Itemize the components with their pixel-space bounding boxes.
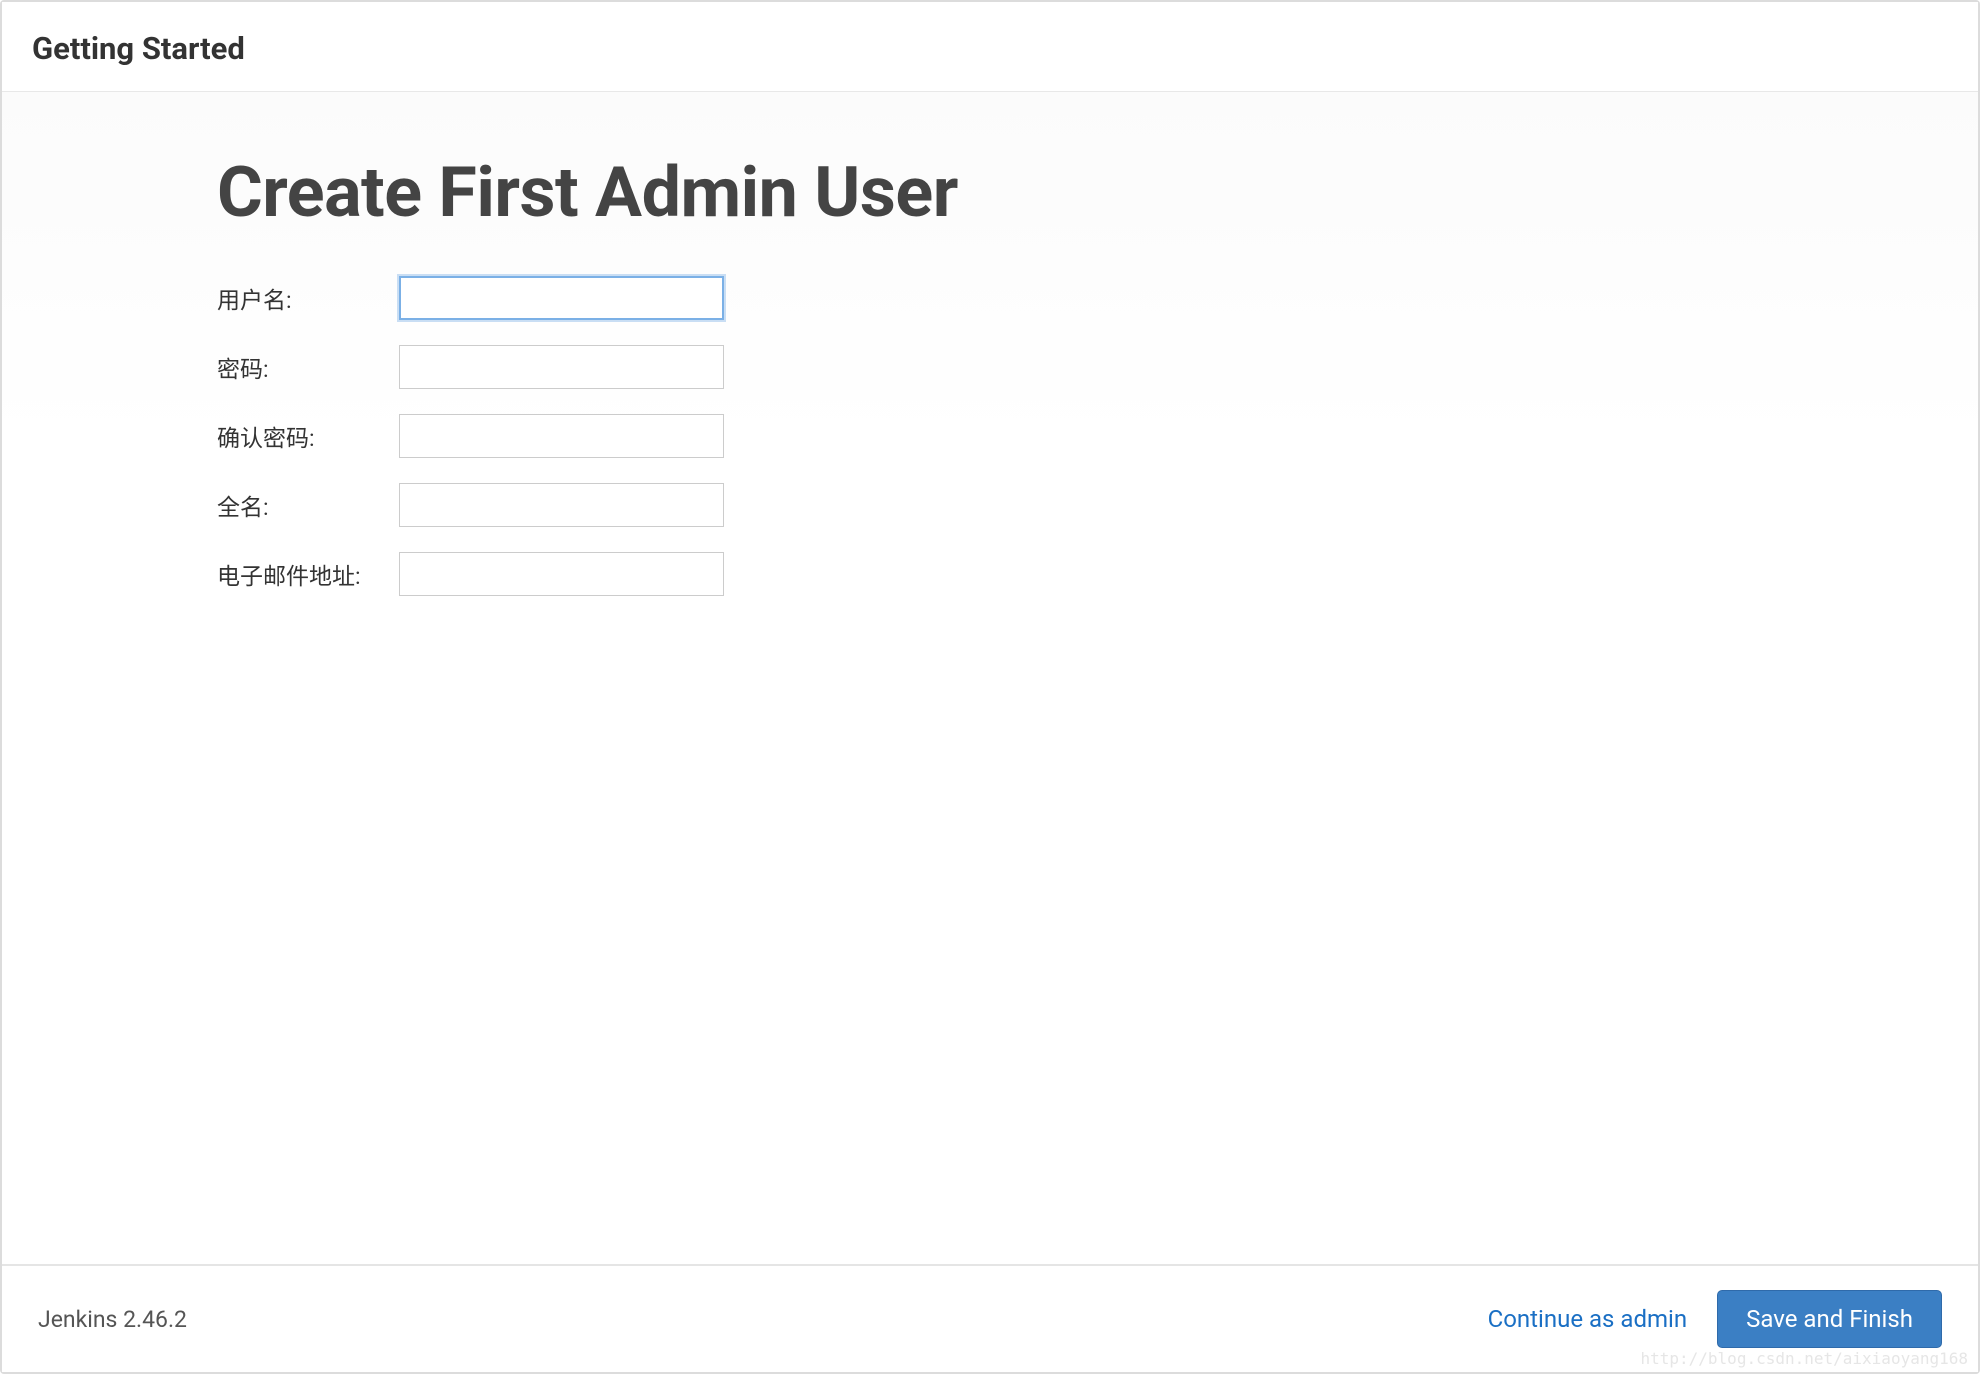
- username-input[interactable]: [399, 276, 724, 320]
- setup-wizard-window: Getting Started Create First Admin User …: [0, 0, 1980, 1374]
- header: Getting Started: [2, 2, 1978, 92]
- form-row-fullname: 全名:: [217, 483, 1978, 527]
- header-title: Getting Started: [32, 30, 1948, 67]
- version-label: Jenkins 2.46.2: [38, 1306, 187, 1333]
- username-label: 用户名:: [217, 281, 399, 315]
- confirm-password-input[interactable]: [399, 414, 724, 458]
- email-label: 电子邮件地址:: [217, 557, 399, 591]
- email-input[interactable]: [399, 552, 724, 596]
- form-row-confirm-password: 确认密码:: [217, 414, 1978, 458]
- save-and-finish-button[interactable]: Save and Finish: [1717, 1290, 1942, 1348]
- page-title: Create First Admin User: [217, 152, 1978, 234]
- main-content: Create First Admin User 用户名: 密码: 确认密码: 全…: [2, 92, 1978, 1264]
- continue-as-admin-button[interactable]: Continue as admin: [1488, 1305, 1688, 1333]
- form-row-username: 用户名:: [217, 276, 1978, 320]
- confirm-password-label: 确认密码:: [217, 419, 399, 453]
- footer-actions: Continue as admin Save and Finish: [1488, 1290, 1942, 1348]
- form-row-password: 密码:: [217, 345, 1978, 389]
- fullname-input[interactable]: [399, 483, 724, 527]
- password-input[interactable]: [399, 345, 724, 389]
- fullname-label: 全名:: [217, 488, 399, 522]
- form-row-email: 电子邮件地址:: [217, 552, 1978, 596]
- password-label: 密码:: [217, 350, 399, 384]
- footer: Jenkins 2.46.2 Continue as admin Save an…: [2, 1264, 1978, 1372]
